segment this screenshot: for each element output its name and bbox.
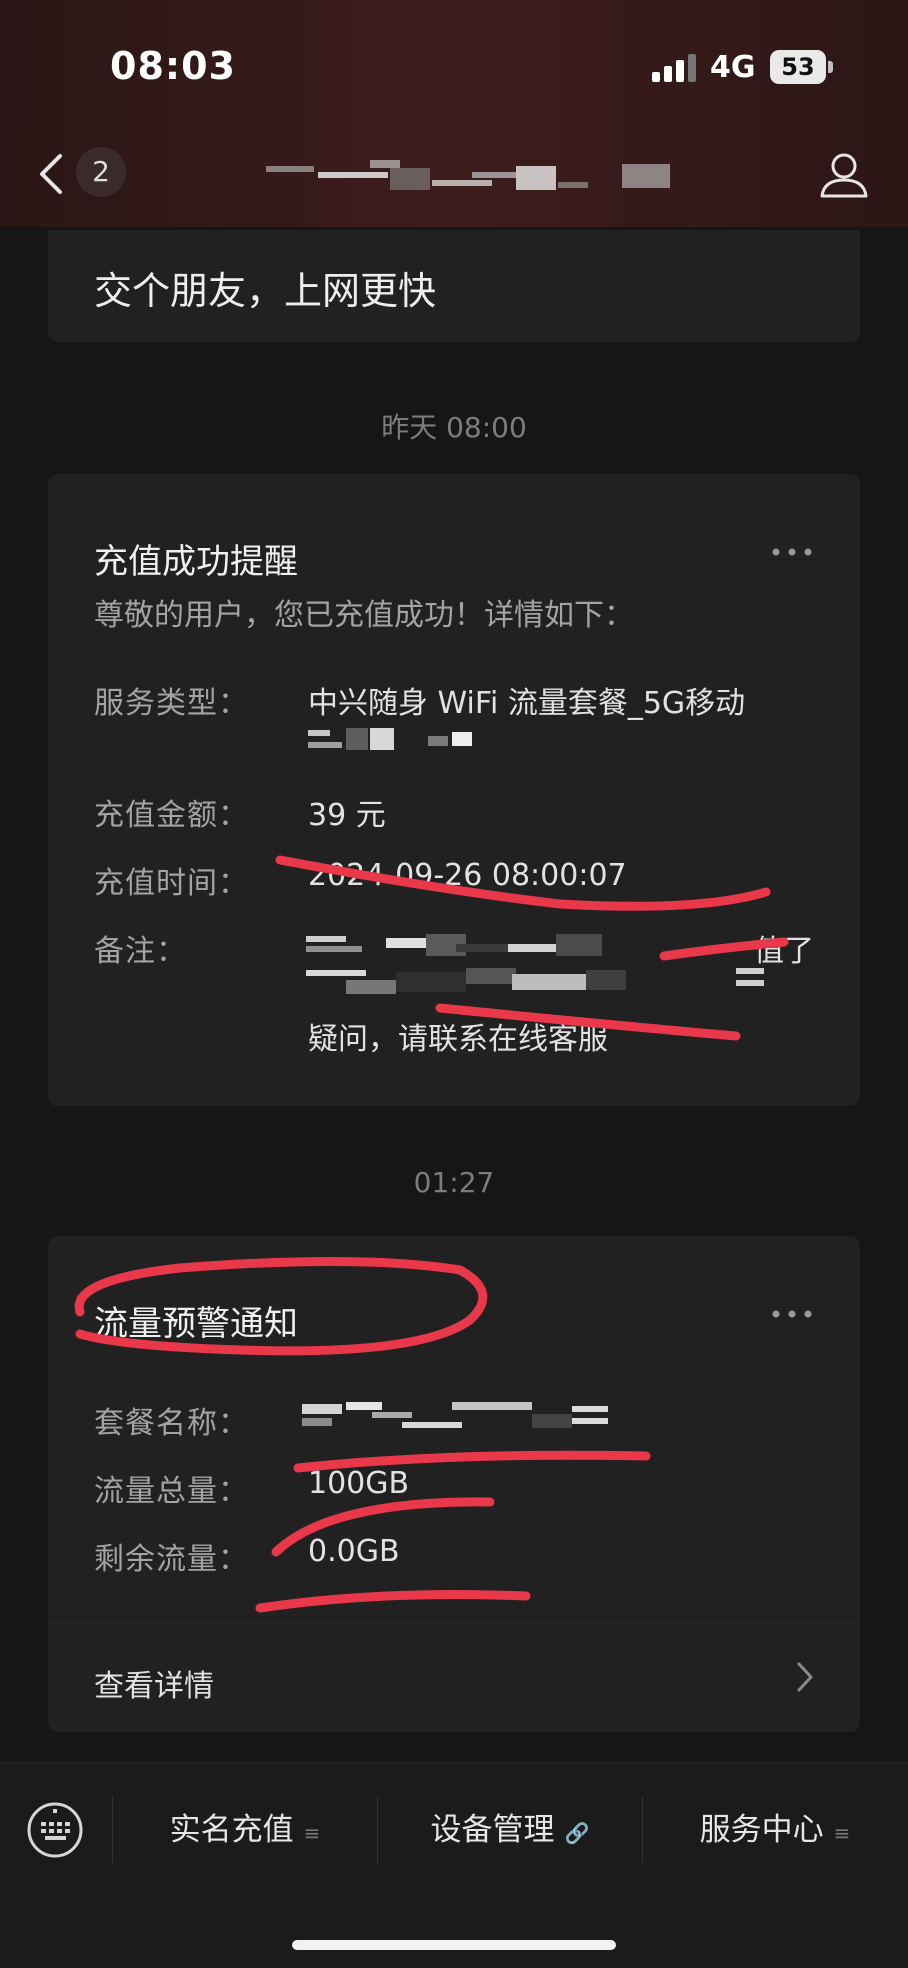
remark-value-part: 值了 xyxy=(754,934,814,969)
menu-service-center[interactable]: 服务中心 ≡ xyxy=(643,1801,907,1859)
card-title: 流量预警通知 xyxy=(94,1304,298,1344)
battery-tip xyxy=(828,61,833,73)
remark-redacted xyxy=(306,934,764,994)
recharge-amount-label: 充值金额： xyxy=(94,798,249,833)
back-arrow-icon[interactable] xyxy=(36,152,64,196)
card-subtitle: 尊敬的用户，您已充值成功！详情如下： xyxy=(94,598,634,633)
more-options-icon[interactable] xyxy=(770,544,814,560)
previous-message-text: 交个朋友，上网更快 xyxy=(94,269,437,313)
network-type: 4G xyxy=(710,50,756,85)
remark-label: 备注： xyxy=(94,934,187,969)
menu-list-icon: ≡ xyxy=(833,1821,851,1845)
profile-icon[interactable] xyxy=(816,150,872,200)
battery-icon: 53 xyxy=(770,50,826,84)
recharge-time-label: 充值时间： xyxy=(94,866,249,901)
service-type-redacted xyxy=(308,728,472,750)
menu-label: 实名充值 xyxy=(169,1812,294,1848)
plan-name-redacted xyxy=(302,1402,608,1428)
menu-label: 服务中心 xyxy=(699,1812,824,1848)
menu-label: 设备管理 xyxy=(430,1812,555,1848)
home-indicator xyxy=(292,1940,616,1950)
message-timestamp: 昨天 08:00 xyxy=(381,411,527,444)
menu-list-icon: ≡ xyxy=(303,1821,321,1845)
data-warning-card: 流量预警通知 套餐名称： 流量总量： 100GB 剩余流量： 0.0GB 查看详… xyxy=(48,1236,860,1732)
card-title: 充值成功提醒 xyxy=(94,542,298,582)
recharge-success-card: 充值成功提醒 尊敬的用户，您已充值成功！详情如下： 服务类型： 中兴随身 WiF… xyxy=(48,474,860,1106)
top-header: 08:03 4G 53 2 xyxy=(0,0,908,228)
recharge-time-value: 2024-09-26 08:00:07 xyxy=(308,858,627,893)
total-data-value: 100GB xyxy=(308,1466,410,1501)
link-icon: 🔗 xyxy=(564,1821,590,1845)
remaining-data-label: 剩余流量： xyxy=(94,1542,249,1577)
more-options-icon[interactable] xyxy=(770,1306,814,1322)
view-details-row[interactable]: 查看详情 xyxy=(48,1622,860,1732)
chevron-right-icon xyxy=(797,1662,813,1692)
unread-count-badge[interactable]: 2 xyxy=(76,147,126,197)
chat-title-redacted xyxy=(266,160,670,190)
plan-name-label: 套餐名称： xyxy=(94,1406,249,1441)
previous-message-card: 交个朋友，上网更快 xyxy=(48,230,860,342)
status-time: 08:03 xyxy=(110,44,236,88)
view-details-label: 查看详情 xyxy=(94,1669,214,1704)
menu-device-management[interactable]: 设备管理 🔗 xyxy=(378,1801,642,1859)
signal-icon xyxy=(652,54,696,82)
message-timestamp: 01:27 xyxy=(413,1166,495,1199)
remark-value-end: 疑问，请联系在线客服 xyxy=(308,1022,608,1057)
bottom-menu-bar: 实名充值 ≡ 设备管理 🔗 服务中心 ≡ xyxy=(0,1762,908,1968)
recharge-amount-value: 39 元 xyxy=(308,798,386,833)
menu-realname-recharge[interactable]: 实名充值 ≡ xyxy=(113,1801,377,1859)
remaining-data-value: 0.0GB xyxy=(308,1534,400,1569)
service-type-value: 中兴随身 WiFi 流量套餐_5G移动 xyxy=(308,686,746,721)
total-data-label: 流量总量： xyxy=(94,1474,249,1509)
service-type-label: 服务类型： xyxy=(94,686,249,721)
keyboard-icon[interactable] xyxy=(26,1801,84,1859)
